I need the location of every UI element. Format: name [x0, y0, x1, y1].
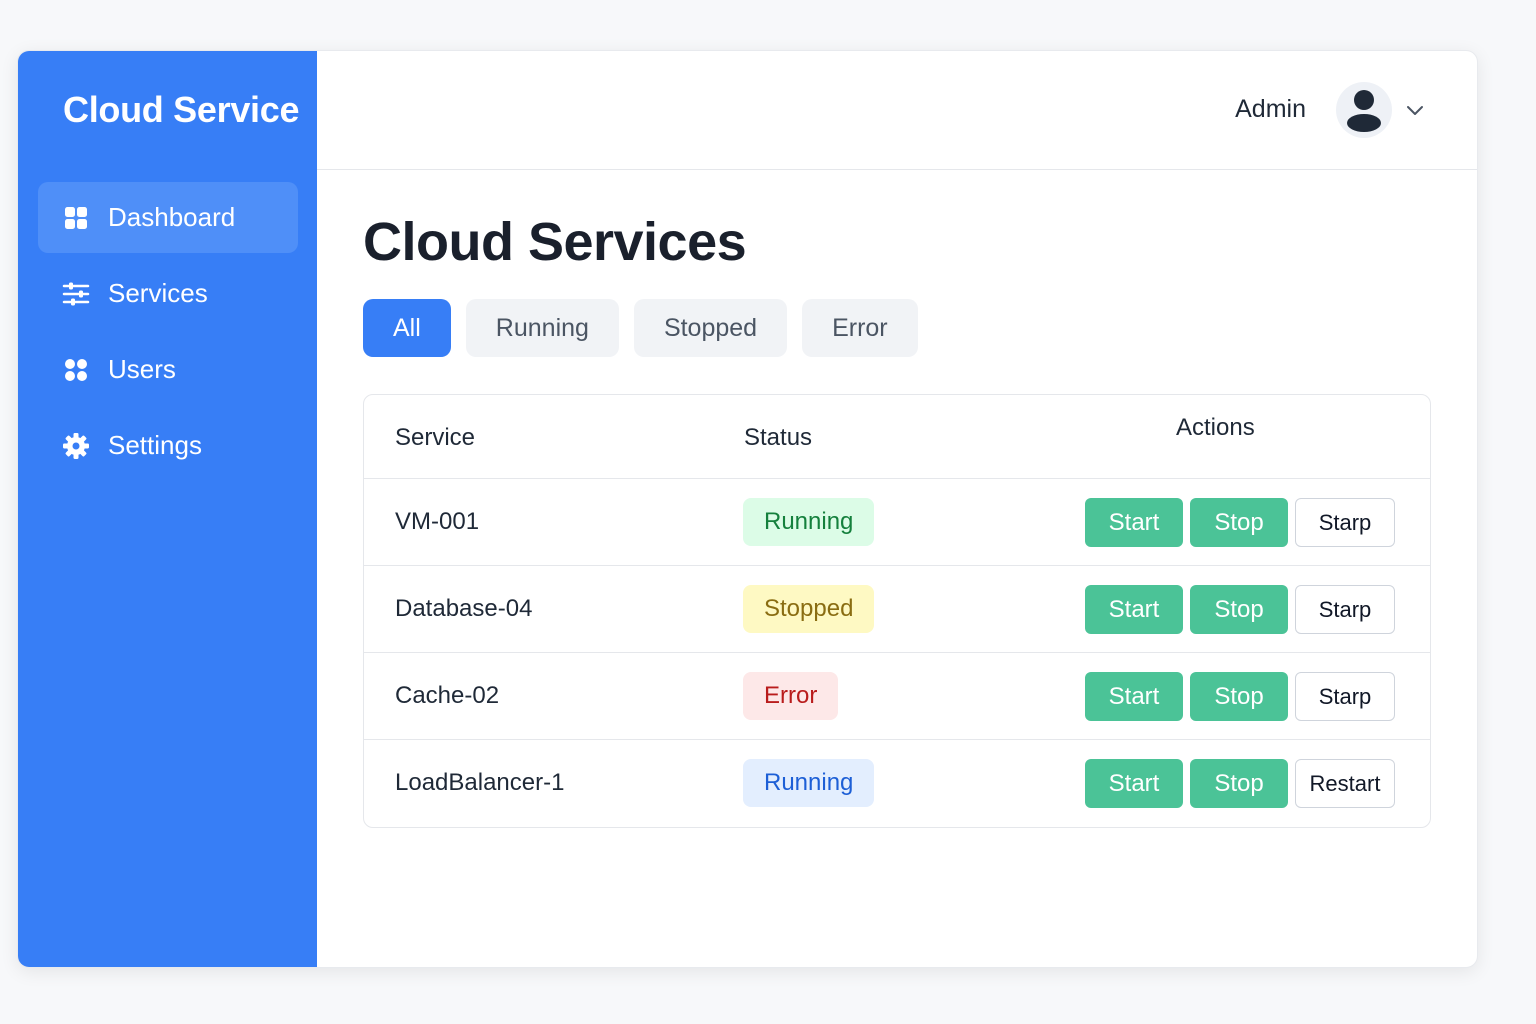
start-button[interactable]: Start [1085, 585, 1183, 634]
service-name: VM-001 [395, 508, 480, 535]
table-row: Database-04 Stopped Start Stop Starp [364, 566, 1430, 653]
row-actions: Start Stop Starp [1085, 585, 1395, 634]
filter-running[interactable]: Running [465, 299, 619, 357]
user-name[interactable]: Admin [1235, 95, 1306, 124]
sidebar-item-services[interactable]: Services [38, 258, 298, 329]
start-button[interactable]: Start [1085, 759, 1183, 808]
table-row: LoadBalancer-1 Running Start Stop Restar… [364, 740, 1430, 827]
services-table: Service Status Actions VM-001 Running St… [363, 394, 1431, 828]
column-header-service: Service [395, 424, 476, 451]
sidebar-item-label: Users [108, 354, 176, 384]
status-badge: Stopped [743, 585, 875, 633]
filter-stopped[interactable]: Stopped [633, 299, 788, 357]
table-header: Service Status Actions [364, 395, 1430, 479]
status-badge: Error [743, 672, 839, 720]
status-badge: Running [743, 498, 875, 546]
restart-button[interactable]: Restart [1295, 759, 1395, 808]
row-actions: Start Stop Restart [1085, 759, 1395, 808]
sidebar-item-label: Services [108, 278, 208, 308]
user-avatar-icon[interactable] [1336, 82, 1392, 138]
stop-button[interactable]: Stop [1190, 672, 1288, 721]
service-name: Database-04 [395, 595, 533, 622]
service-name: Cache-02 [395, 682, 500, 709]
start-button[interactable]: Start [1085, 672, 1183, 721]
sidebar-item-users[interactable]: Users [38, 334, 298, 405]
column-header-actions: Actions [1176, 414, 1255, 441]
column-header-status: Status [744, 424, 813, 451]
sidebar-nav: Dashboard Services Users Settings [38, 182, 298, 486]
table-row: VM-001 Running Start Stop Starp [364, 479, 1430, 566]
users-icon [62, 356, 90, 384]
top-bar: Admin [317, 51, 1477, 170]
row-actions: Start Stop Starp [1085, 672, 1395, 721]
dashboard-icon [62, 204, 90, 232]
restart-button[interactable]: Starp [1295, 672, 1395, 721]
stop-button[interactable]: Stop [1190, 759, 1288, 808]
restart-button[interactable]: Starp [1295, 498, 1395, 547]
main-content: Admin Cloud Services All Running Stopped… [317, 51, 1477, 967]
stop-button[interactable]: Stop [1190, 498, 1288, 547]
status-badge: Running [743, 759, 875, 807]
restart-button[interactable]: Starp [1295, 585, 1395, 634]
app-window: Cloud Service Dashboard Services Users S… [17, 50, 1478, 968]
sidebar-item-label: Settings [108, 430, 202, 460]
sidebar: Cloud Service Dashboard Services Users S… [18, 51, 317, 967]
sidebar-item-label: Dashboard [108, 202, 236, 232]
start-button[interactable]: Start [1085, 498, 1183, 547]
sidebar-item-settings[interactable]: Settings [38, 410, 298, 481]
chevron-down-icon[interactable] [1405, 101, 1425, 121]
table-row: Cache-02 Error Start Stop Starp [364, 653, 1430, 740]
page-title: Cloud Services [363, 212, 747, 272]
stop-button[interactable]: Stop [1190, 585, 1288, 634]
status-filter-tabs: All Running Stopped Error [363, 299, 918, 357]
sidebar-item-dashboard[interactable]: Dashboard [38, 182, 298, 253]
filter-all[interactable]: All [363, 299, 451, 357]
row-actions: Start Stop Starp [1085, 498, 1395, 547]
sliders-icon [62, 280, 90, 308]
gear-icon [62, 432, 90, 460]
service-name: LoadBalancer-1 [395, 769, 565, 796]
filter-error[interactable]: Error [802, 299, 918, 357]
brand-title: Cloud Service [63, 89, 300, 130]
